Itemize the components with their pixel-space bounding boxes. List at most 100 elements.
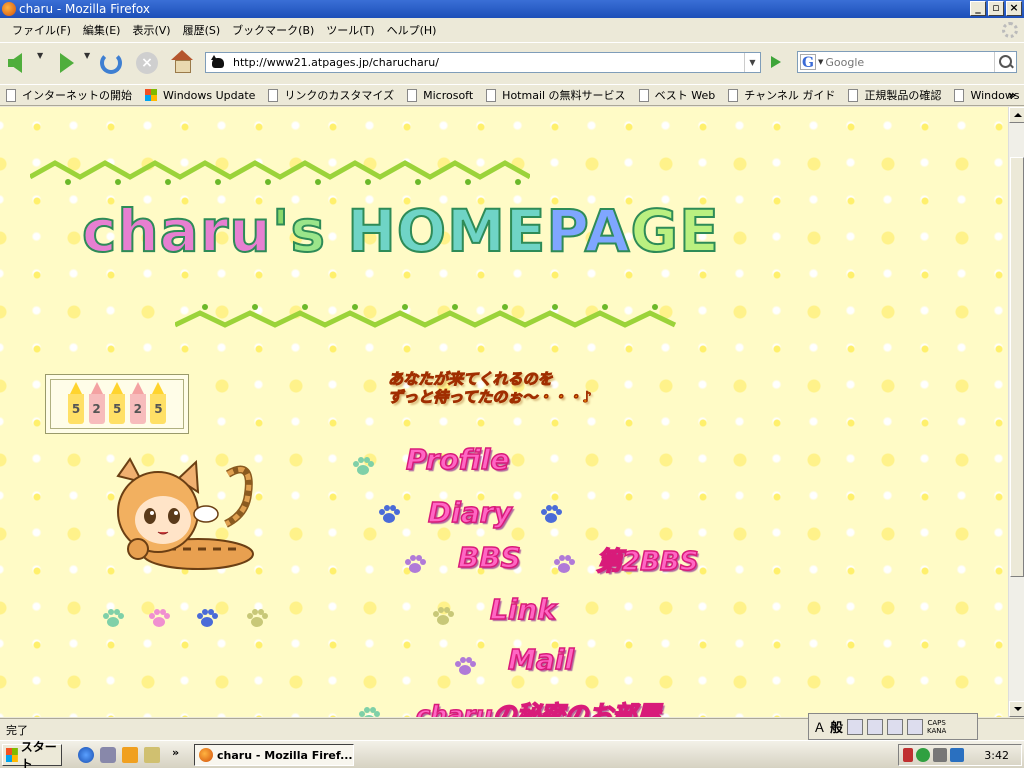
- logo-text-home: HOME: [346, 196, 547, 266]
- logo-text-s: s: [289, 196, 327, 266]
- diary-link[interactable]: Diary: [427, 495, 512, 530]
- stop-button[interactable]: ×: [134, 51, 160, 75]
- mail-link[interactable]: Mail: [507, 642, 574, 677]
- scroll-down-button[interactable]: [1009, 701, 1024, 717]
- visitor-counter: 5 2 5 2 5: [45, 374, 189, 434]
- top-zigzag-decoration: [30, 160, 530, 185]
- bookmarks-overflow-chevron[interactable]: »: [1008, 88, 1016, 102]
- forward-button[interactable]: [50, 51, 76, 75]
- forward-dropdown[interactable]: ▼: [84, 51, 90, 60]
- url-bar[interactable]: ▼: [205, 52, 761, 73]
- page-icon: [407, 88, 418, 102]
- page-icon: [848, 88, 859, 102]
- bbs-link[interactable]: BBS: [457, 540, 521, 575]
- counter-digit: 5: [67, 382, 85, 426]
- ime-mode-label[interactable]: 般: [830, 717, 843, 736]
- internet-explorer-icon[interactable]: [78, 747, 94, 763]
- page-icon: [268, 88, 279, 102]
- menu-view[interactable]: 表示(V): [126, 22, 176, 38]
- window-title: charu - Mozilla Firefox: [19, 2, 150, 16]
- menu-bookmarks[interactable]: ブックマーク(B): [226, 22, 320, 38]
- outlook-express-icon[interactable]: [100, 747, 116, 763]
- media-player-icon[interactable]: [122, 747, 138, 763]
- welcome-message: あなたが来てくれるのを ずっと待ってたのぉ〜・・・♪: [388, 370, 648, 407]
- link-page-link[interactable]: Link: [489, 592, 557, 627]
- system-tray: 3:42: [898, 744, 1022, 766]
- menu-file[interactable]: ファイル(F): [6, 22, 77, 38]
- reload-button[interactable]: [98, 51, 124, 75]
- forward-arrow-icon: [60, 53, 74, 73]
- windows-flag-icon: [6, 748, 18, 762]
- bookmark-internet-start[interactable]: インターネットの開始: [6, 87, 132, 103]
- bookmark-best-web[interactable]: ベスト Web: [638, 87, 715, 103]
- ime-help-icon[interactable]: [907, 718, 924, 735]
- menu-help[interactable]: ヘルプ(H): [381, 22, 443, 38]
- logo-text-charu: charu: [81, 196, 272, 266]
- back-button[interactable]: [6, 51, 32, 75]
- paw-print-icon: [358, 707, 380, 717]
- ime-input-icon[interactable]: Ａ: [813, 717, 826, 736]
- ime-caps-kana-indicator: CAPS KANA: [927, 718, 947, 735]
- pen-tray-icon[interactable]: [903, 748, 913, 762]
- vertical-scrollbar[interactable]: [1008, 107, 1024, 717]
- minimize-button[interactable]: _: [970, 1, 986, 16]
- bookmark-genuine-check[interactable]: 正規製品の確認: [848, 87, 941, 103]
- profile-link[interactable]: Profile: [405, 442, 510, 477]
- counter-digit: 2: [88, 382, 106, 426]
- site-favicon-cat-icon: [209, 54, 227, 71]
- throbber-icon: [1002, 22, 1018, 38]
- paw-print-icon: [246, 609, 268, 629]
- ime-language-bar: Ａ 般 CAPS KANA: [808, 713, 978, 740]
- home-button[interactable]: [170, 50, 196, 75]
- paw-print-icon: [454, 657, 476, 677]
- counter-digit: 5: [108, 382, 126, 426]
- show-desktop-icon[interactable]: [144, 747, 160, 763]
- network-tray-icon[interactable]: [916, 748, 930, 762]
- welcome-line-1: あなたが来てくれるのを: [388, 370, 554, 389]
- menu-history[interactable]: 履歴(S): [177, 22, 227, 38]
- search-input[interactable]: [825, 55, 986, 69]
- close-button[interactable]: ×: [1006, 1, 1022, 16]
- paw-print-icon: [352, 457, 374, 477]
- ime-pad-icon[interactable]: [867, 718, 884, 735]
- bottom-zigzag-decoration: [175, 304, 677, 328]
- search-button[interactable]: [994, 52, 1016, 72]
- quicklaunch-overflow-chevron[interactable]: »: [172, 746, 179, 759]
- url-history-dropdown[interactable]: ▼: [744, 53, 760, 72]
- paw-print-icon: [196, 609, 218, 629]
- status-text: 完了: [6, 723, 28, 737]
- logo-text-apostrophe: ': [271, 196, 291, 266]
- page-icon: [954, 88, 965, 102]
- start-button[interactable]: スタート: [2, 740, 62, 768]
- secret-room-link[interactable]: charuの秘密のお部屋: [415, 695, 661, 717]
- google-engine-icon[interactable]: G: [800, 54, 816, 71]
- go-button[interactable]: [766, 53, 786, 72]
- taskbar-firefox-window-button[interactable]: charu - Mozilla Firef...: [194, 744, 354, 766]
- welcome-line-2: ずっと待ってたのぉ〜・・・♪: [388, 388, 593, 407]
- paw-print-icon: [378, 505, 400, 525]
- windows-logo-icon: [145, 89, 157, 101]
- ime-tool-icon[interactable]: [847, 718, 864, 735]
- volume-tray-icon[interactable]: [933, 748, 947, 762]
- menu-edit[interactable]: 編集(E): [77, 22, 127, 38]
- scroll-up-button[interactable]: [1009, 107, 1024, 123]
- bookmark-windows-update[interactable]: Windows Update: [145, 89, 255, 102]
- back-dropdown[interactable]: ▼: [37, 51, 43, 60]
- web-page-content: charu's HOMEPAGE 5 2 5 2 5 あなたが来てくれるのを ず…: [0, 107, 1008, 717]
- bookmark-customize-links[interactable]: リンクのカスタマイズ: [268, 87, 394, 103]
- scroll-thumb[interactable]: [1010, 157, 1024, 577]
- ime-dictionary-icon[interactable]: [887, 718, 904, 735]
- title-bar: charu - Mozilla Firefox _ ▫ ×: [0, 0, 1024, 18]
- clock[interactable]: 3:42: [984, 749, 1009, 762]
- bookmarks-toolbar: インターネットの開始 Windows Update リンクのカスタマイズ Mic…: [0, 84, 1024, 106]
- bookmark-microsoft[interactable]: Microsoft: [407, 88, 473, 102]
- bbs2-link[interactable]: 第2BBS: [595, 541, 699, 578]
- maximize-button[interactable]: ▫: [988, 1, 1004, 16]
- monitor-tray-icon[interactable]: [950, 748, 964, 762]
- bookmark-channel-guide[interactable]: チャンネル ガイド: [728, 87, 835, 103]
- bookmark-hotmail[interactable]: Hotmail の無料サービス: [486, 87, 626, 103]
- search-engine-dropdown-icon[interactable]: ▼: [818, 58, 823, 66]
- menu-tools[interactable]: ツール(T): [320, 22, 380, 38]
- paw-print-icon: [553, 555, 575, 575]
- url-input[interactable]: [233, 56, 753, 69]
